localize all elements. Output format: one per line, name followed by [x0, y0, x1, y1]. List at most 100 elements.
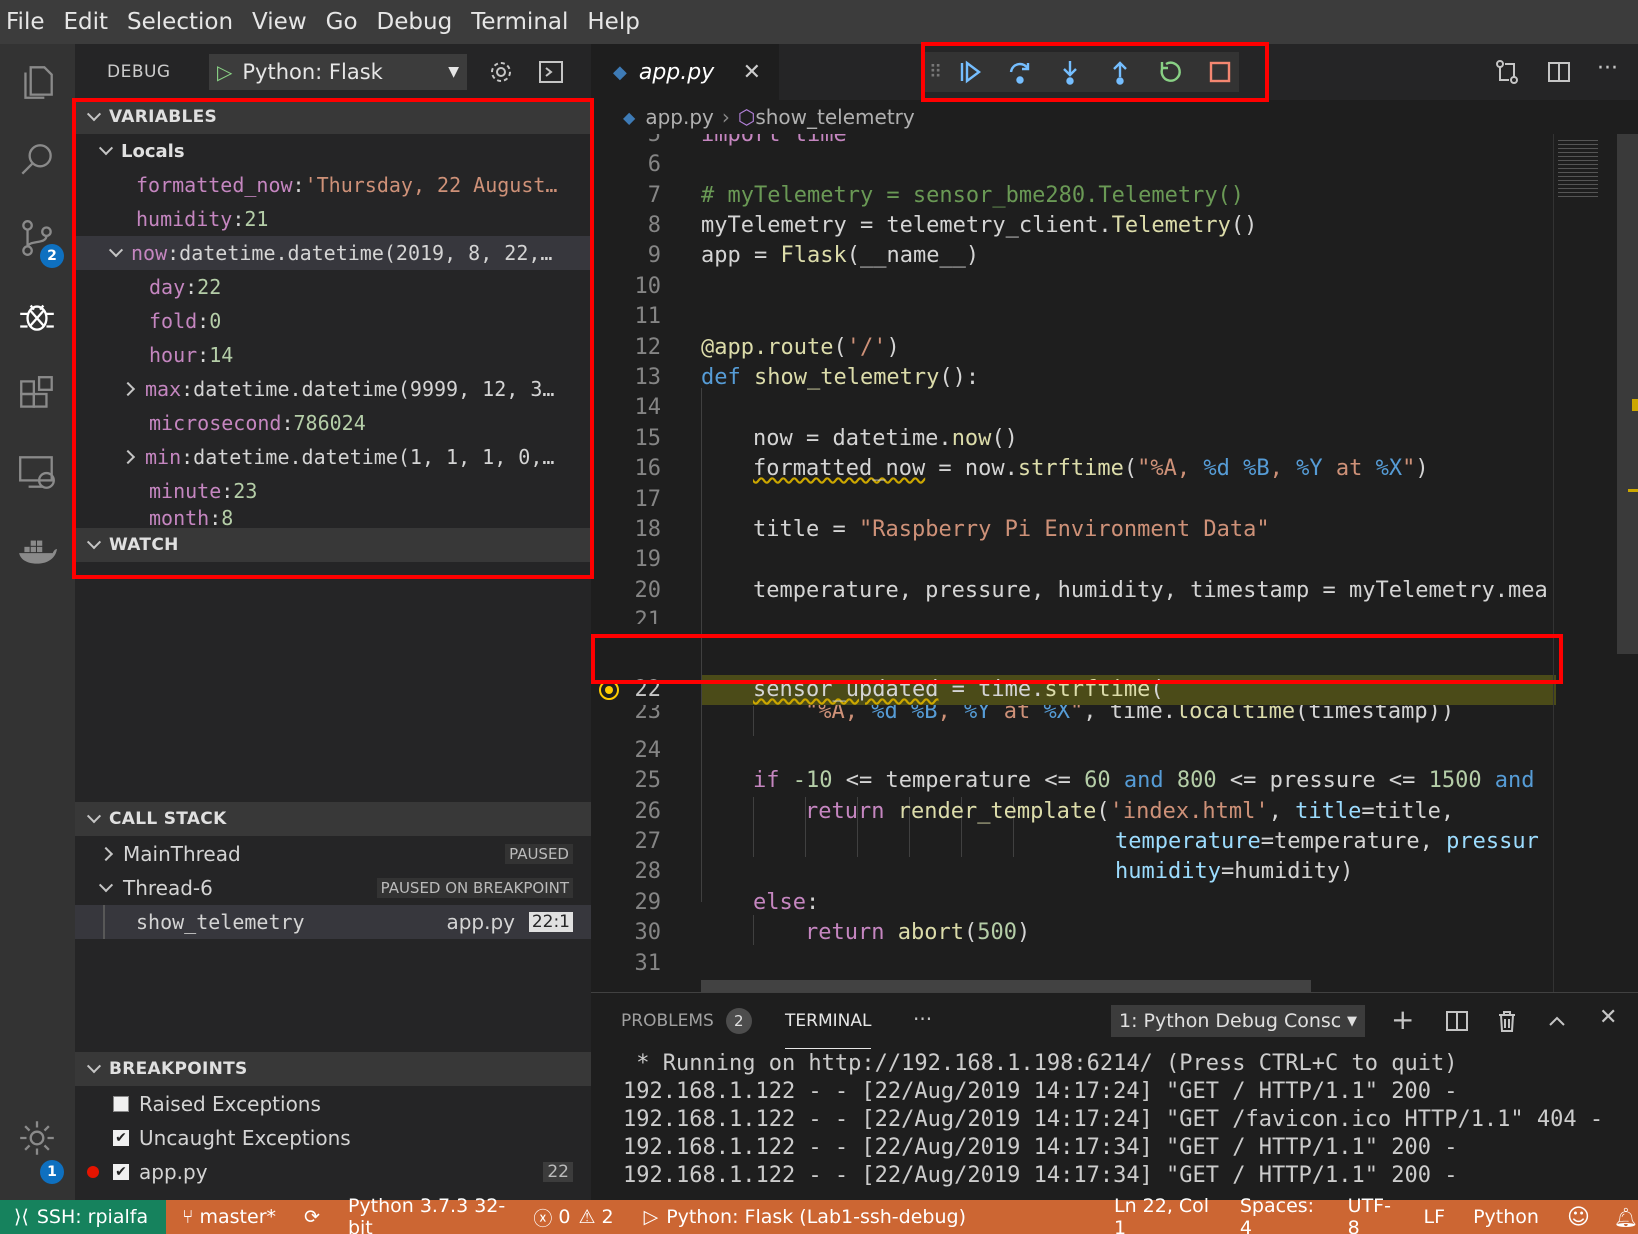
- checkbox-checked[interactable]: ✔: [113, 1130, 129, 1146]
- terminal-select[interactable]: 1: Python Debug Consc ▼: [1111, 1005, 1365, 1037]
- sync-icon[interactable]: ⟳: [304, 1206, 320, 1228]
- menu-debug[interactable]: Debug: [377, 9, 453, 35]
- breakpoint-item[interactable]: Raised Exceptions: [75, 1087, 591, 1121]
- menu-help[interactable]: Help: [587, 9, 639, 35]
- code-line: 10: [634, 274, 662, 299]
- python-file-icon: ◆: [623, 107, 636, 127]
- debug-console-icon[interactable]: [535, 56, 567, 88]
- variable-row[interactable]: microsecond: 786024: [75, 406, 591, 440]
- menu-terminal[interactable]: Terminal: [471, 9, 568, 35]
- tab-problems[interactable]: PROBLEMS 2: [621, 993, 752, 1049]
- branch-indicator[interactable]: ⑂ master*: [182, 1206, 276, 1228]
- tab-terminal[interactable]: TERMINAL: [785, 993, 872, 1049]
- close-panel-icon[interactable]: ✕: [1599, 1005, 1617, 1030]
- breadcrumb-file[interactable]: app.py: [645, 105, 714, 129]
- search-icon[interactable]: [13, 136, 61, 184]
- chevron-right-icon: [120, 381, 136, 397]
- breakpoints-section-header[interactable]: BREAKPOINTS: [75, 1052, 591, 1086]
- chevron-down-icon: [108, 243, 124, 258]
- debug-config-select[interactable]: ▷ Python: Flask ▼: [209, 54, 467, 90]
- code-line: 26 return render_template('index.html', t…: [634, 799, 1455, 824]
- menu-view[interactable]: View: [252, 9, 307, 35]
- cursor-position[interactable]: Ln 22, Col 1: [1114, 1195, 1212, 1234]
- breakpoint-label: Raised Exceptions: [139, 1092, 321, 1116]
- variable-row[interactable]: min: datetime.datetime(1, 1, 1, 0,…: [75, 440, 591, 474]
- trash-icon[interactable]: [1491, 1005, 1523, 1037]
- explorer-icon[interactable]: [13, 58, 61, 106]
- thread-item-main[interactable]: MainThread PAUSED: [75, 837, 591, 871]
- breakpoint-item[interactable]: ✔ app.py 22: [75, 1155, 591, 1189]
- split-terminal-icon[interactable]: [1441, 1005, 1473, 1037]
- variables-section-header[interactable]: VARIABLES: [75, 100, 591, 134]
- stop-icon[interactable]: [1204, 56, 1236, 88]
- minimap[interactable]: [1553, 134, 1615, 992]
- breakpoint-item[interactable]: ✔ Uncaught Exceptions: [75, 1121, 591, 1155]
- step-over-icon[interactable]: [1004, 56, 1036, 88]
- extensions-icon[interactable]: [13, 370, 61, 418]
- tab-terminal-label: TERMINAL: [785, 1010, 872, 1031]
- call-stack-section-header[interactable]: CALL STACK: [75, 802, 591, 836]
- menu-selection[interactable]: Selection: [127, 9, 233, 35]
- variable-row[interactable]: formatted_now: 'Thursday, 22 August…: [75, 168, 591, 202]
- variable-row[interactable]: humidity: 21: [75, 202, 591, 236]
- variable-row[interactable]: fold: 0: [75, 304, 591, 338]
- breadcrumb-symbol[interactable]: show_telemetry: [755, 105, 914, 129]
- tab-app-py[interactable]: ◆ app.py ✕: [591, 44, 779, 100]
- indentation[interactable]: Spaces: 4: [1240, 1195, 1320, 1234]
- variable-row[interactable]: month: 8: [75, 506, 591, 528]
- feedback-smiley-icon[interactable]: ☺: [1567, 1205, 1590, 1230]
- checkbox-unchecked[interactable]: [113, 1096, 129, 1112]
- settings-badge: 1: [40, 1160, 64, 1184]
- menu-edit[interactable]: Edit: [64, 9, 109, 35]
- variable-row[interactable]: hour: 14: [75, 338, 591, 372]
- start-debugging-icon[interactable]: ▷: [217, 60, 232, 84]
- variable-name: fold: [149, 309, 198, 333]
- horizontal-scrollbar[interactable]: [701, 980, 1311, 992]
- more-actions-icon[interactable]: ···: [1597, 56, 1618, 81]
- editor-area: ◆ app.py ✕ ⠿ ··· ◆ app.py › ⬡ show_telem…: [591, 44, 1638, 992]
- code-line: 27 temperature=temperature, pressur: [634, 829, 1539, 854]
- settings-gear-icon[interactable]: [13, 1114, 61, 1162]
- variable-row[interactable]: day: 22: [75, 270, 591, 304]
- variable-row[interactable]: max: datetime.datetime(9999, 12, 3…: [75, 372, 591, 406]
- checkbox-checked[interactable]: ✔: [113, 1164, 129, 1180]
- code-area[interactable]: 5 import time 6 7 # myTelemetry = sensor_b…: [591, 134, 1591, 992]
- python-interpreter[interactable]: Python 3.7.3 32-bit: [348, 1195, 505, 1234]
- open-changes-icon[interactable]: [1491, 56, 1523, 88]
- maximize-panel-icon[interactable]: [1541, 1005, 1573, 1037]
- more-actions-icon[interactable]: ···: [913, 1007, 932, 1031]
- problems-indicator[interactable]: ⓧ 0 ⚠ 2: [533, 1204, 613, 1231]
- docker-icon[interactable]: [13, 526, 61, 574]
- split-editor-icon[interactable]: [1543, 56, 1575, 88]
- chevron-down-icon: [86, 535, 102, 550]
- remote-indicator[interactable]: ⟩⟨ SSH: rpialfa: [0, 1200, 167, 1234]
- encoding[interactable]: UTF-8: [1348, 1195, 1396, 1234]
- debug-icon[interactable]: [13, 292, 61, 340]
- menu-go[interactable]: Go: [326, 9, 358, 35]
- restart-icon[interactable]: [1154, 56, 1186, 88]
- locals-scope[interactable]: Locals: [75, 134, 591, 168]
- code-line: 23 "%A, %d %B, %Y at %X", time.localtime(…: [634, 705, 1455, 723]
- continue-icon[interactable]: [954, 56, 986, 88]
- notifications-bell-icon[interactable]: 🔔︎: [1614, 1206, 1638, 1229]
- variable-name: min: [145, 445, 182, 469]
- debug-session-indicator[interactable]: ▷ Python: Flask (Lab1-ssh-debug): [644, 1206, 966, 1228]
- close-icon[interactable]: ✕: [743, 60, 761, 85]
- step-into-icon[interactable]: [1054, 56, 1086, 88]
- debug-settings-icon[interactable]: [485, 56, 517, 88]
- new-terminal-icon[interactable]: +: [1391, 1003, 1414, 1036]
- drag-handle-icon[interactable]: ⠿: [929, 62, 942, 83]
- watch-section-header[interactable]: WATCH: [75, 528, 591, 562]
- remote-explorer-icon[interactable]: [13, 448, 61, 496]
- vertical-scrollbar[interactable]: [1617, 134, 1638, 654]
- language-mode[interactable]: Python: [1473, 1206, 1539, 1228]
- menu-file[interactable]: File: [6, 9, 45, 35]
- thread-item-6[interactable]: Thread-6 PAUSED ON BREAKPOINT: [75, 871, 591, 905]
- line-ending[interactable]: LF: [1424, 1206, 1446, 1228]
- step-out-icon[interactable]: [1104, 56, 1136, 88]
- variable-row[interactable]: minute: 23: [75, 474, 591, 508]
- stack-frame-row[interactable]: show_telemetry app.py 22:1: [75, 905, 591, 939]
- variable-row-now[interactable]: now: datetime.datetime(2019, 8, 22,…: [75, 236, 591, 270]
- menu-bar: File Edit Selection View Go Debug Termin…: [0, 0, 1638, 44]
- stack-frame-name: show_telemetry: [136, 910, 305, 934]
